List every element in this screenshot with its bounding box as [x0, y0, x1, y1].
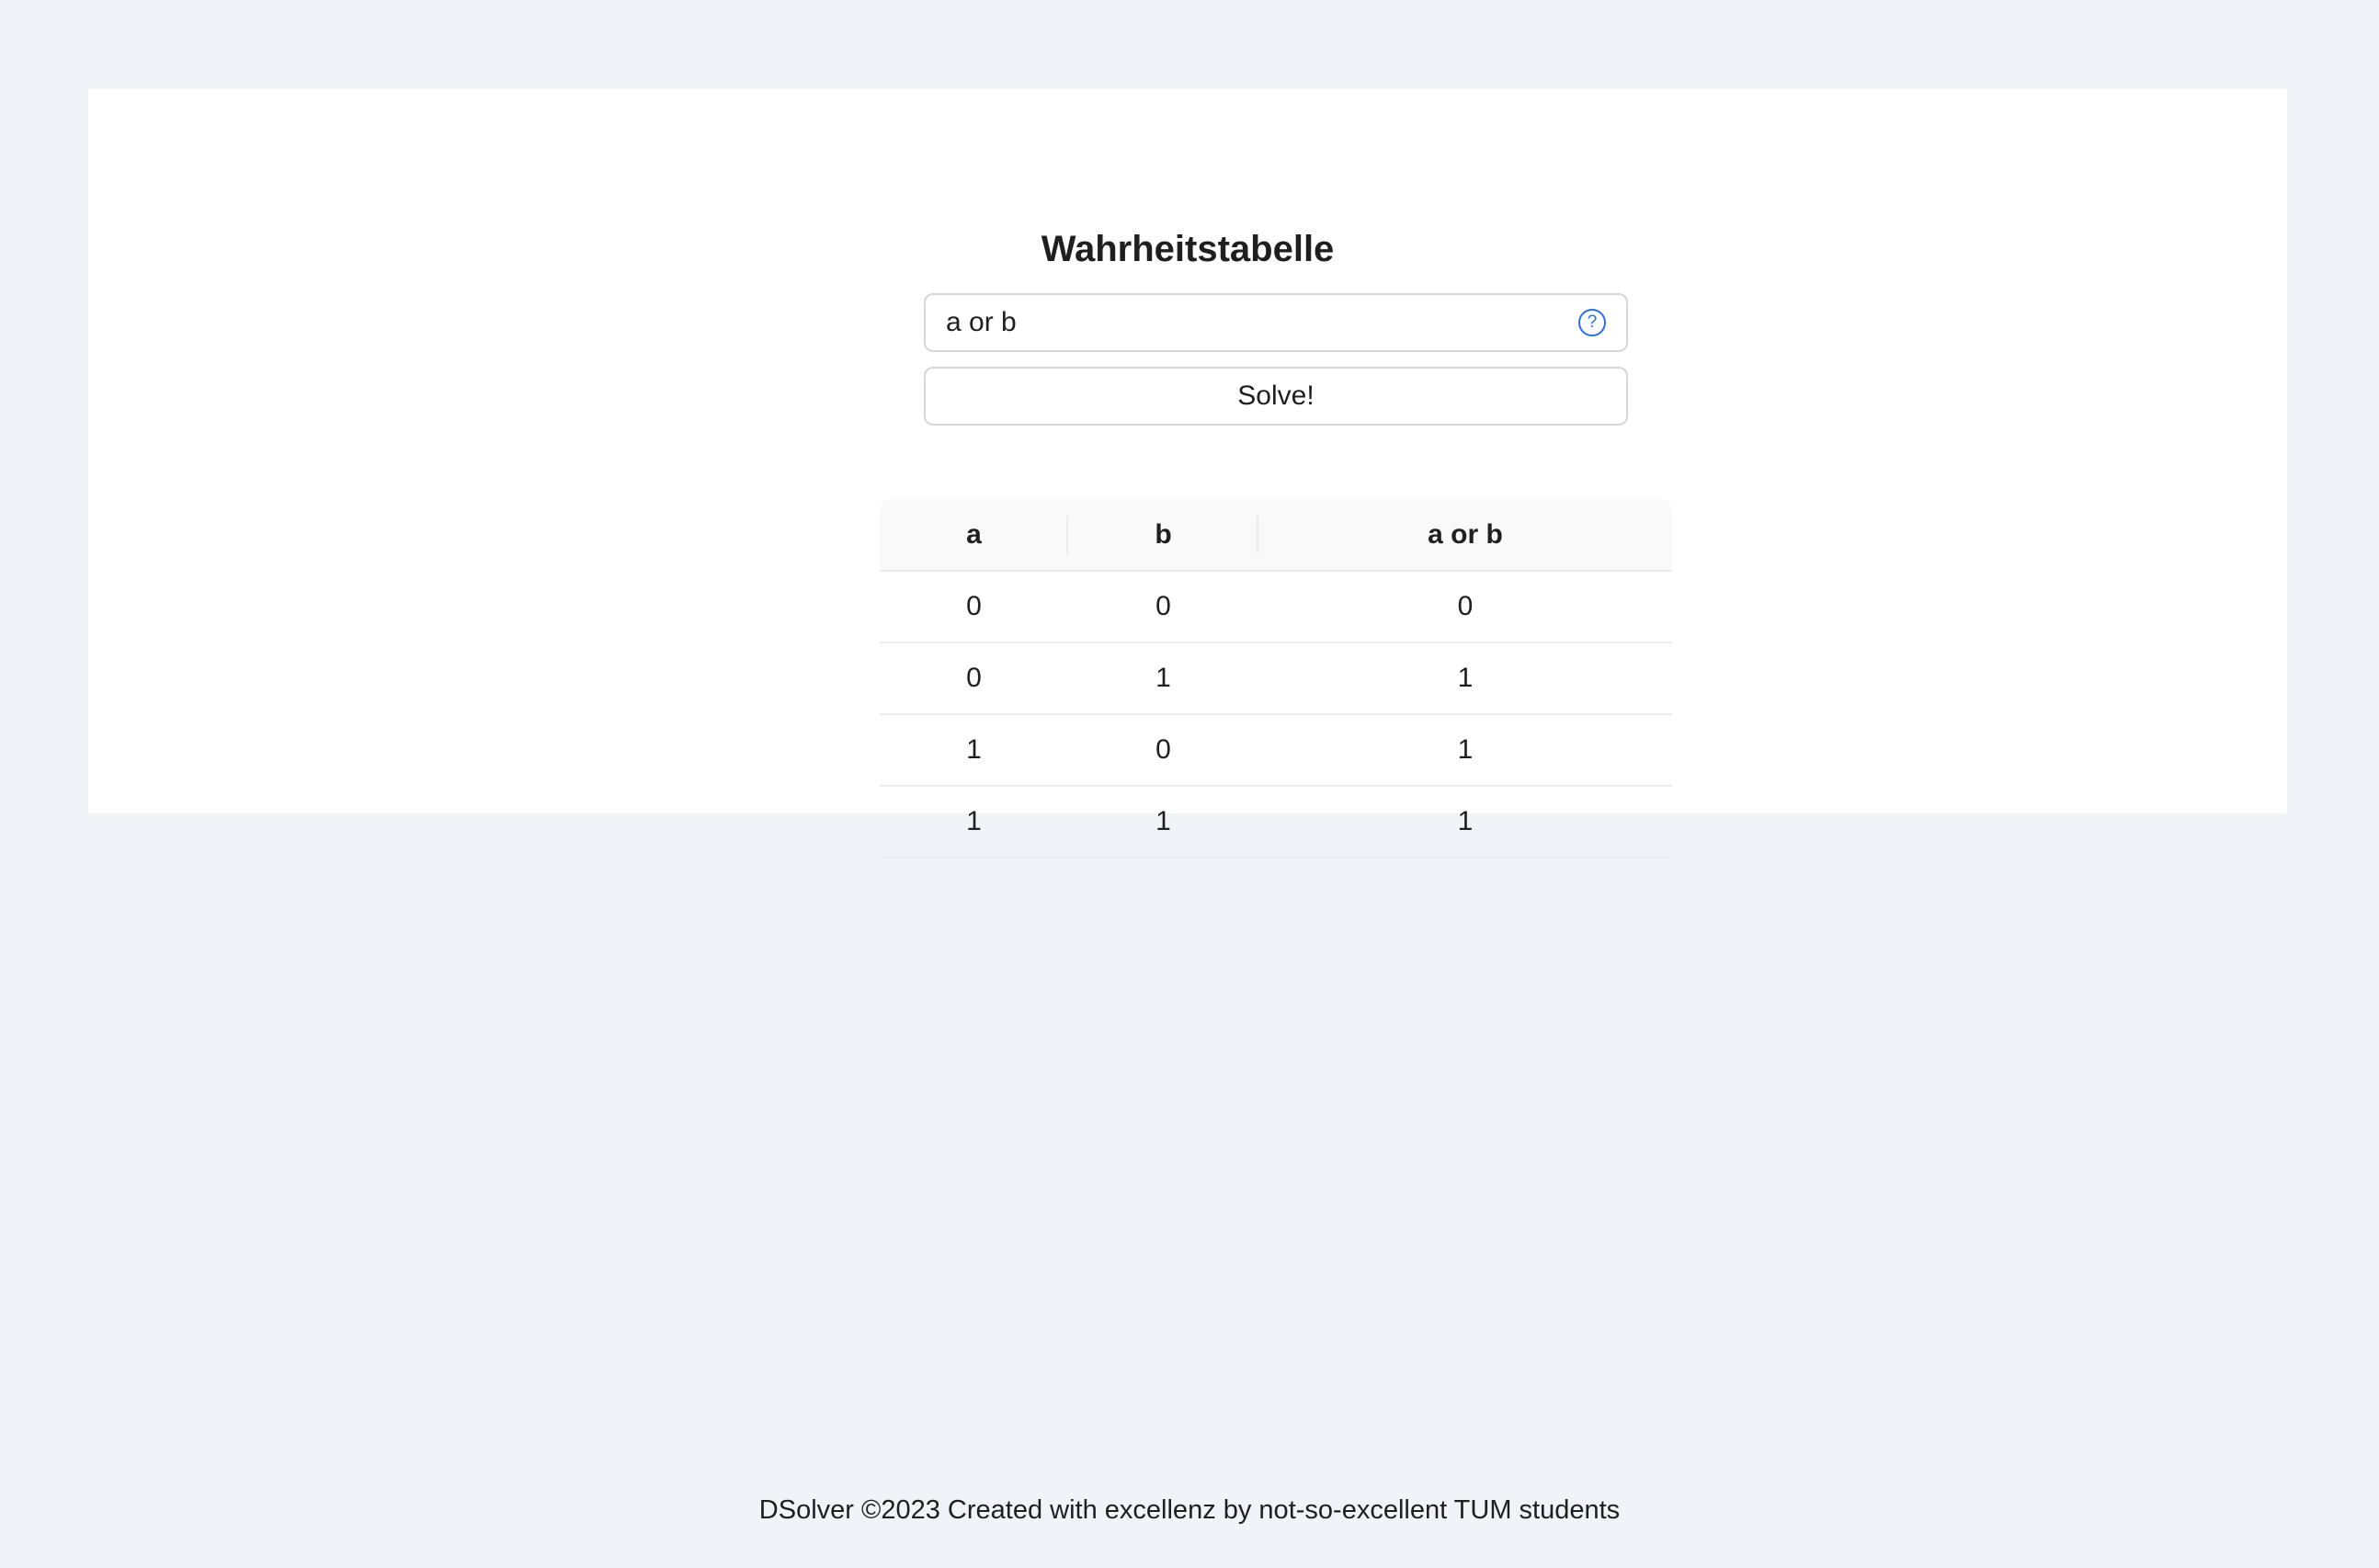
- table-cell: 0: [880, 642, 1068, 715]
- table-row: 1 1 1: [880, 786, 1672, 858]
- table-cell: 1: [1258, 642, 1672, 715]
- table-cell: 0: [1258, 571, 1672, 643]
- column-header-result: a or b: [1258, 499, 1672, 572]
- column-header-b: b: [1068, 499, 1258, 572]
- table-row: 0 0 0: [880, 571, 1672, 643]
- table-row: 0 1 1: [880, 642, 1672, 715]
- table-cell: 1: [1258, 786, 1672, 858]
- expression-input[interactable]: [946, 295, 1553, 350]
- table-cell: 1: [880, 714, 1068, 787]
- footer-text: DSolver ©2023 Created with excellenz by …: [758, 1495, 1621, 1525]
- column-header-a: a: [880, 499, 1068, 572]
- page: Wahrheitstabelle ? Solve! a b a or b 0 0…: [0, 0, 2379, 1568]
- table-cell: 0: [1068, 571, 1258, 643]
- solve-button[interactable]: Solve!: [924, 367, 1628, 426]
- table-cell: 1: [1258, 714, 1672, 787]
- truth-table: a b a or b 0 0 0 0 1 1 1 0 1 1 1 1: [880, 499, 1672, 858]
- help-icon[interactable]: ?: [1578, 309, 1606, 336]
- table-header-row: a b a or b: [880, 499, 1672, 572]
- main-card: Wahrheitstabelle ? Solve! a b a or b 0 0…: [88, 89, 2287, 858]
- table-cell: 1: [1068, 786, 1258, 858]
- expression-input-wrapper: ?: [924, 293, 1628, 352]
- page-title: Wahrheitstabelle: [1041, 229, 1335, 269]
- table-cell: 0: [1068, 714, 1258, 787]
- table-cell: 1: [1068, 642, 1258, 715]
- table-cell: 0: [880, 571, 1068, 643]
- table-cell: 1: [880, 786, 1068, 858]
- table-row: 1 0 1: [880, 714, 1672, 787]
